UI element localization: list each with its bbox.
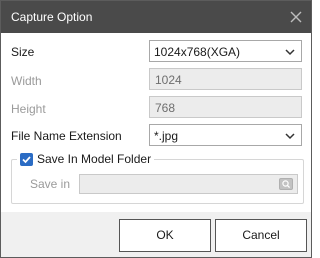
chevron-down-icon: [284, 46, 296, 58]
title-bar: Capture Option: [1, 1, 311, 33]
height-label: Height: [11, 102, 46, 116]
height-value: 768: [155, 101, 176, 115]
width-field: 1024: [149, 68, 302, 90]
model-folder-checkbox-row[interactable]: Save In Model Folder: [17, 151, 155, 167]
cancel-button[interactable]: Cancel: [215, 219, 307, 252]
extension-select-value: *.jpg: [154, 129, 179, 143]
model-folder-label: Save In Model Folder: [37, 152, 152, 166]
dialog-title: Capture Option: [11, 10, 93, 24]
width-label: Width: [11, 74, 42, 88]
browse-folder-icon: [279, 178, 293, 190]
extension-label: File Name Extension: [11, 129, 122, 143]
chevron-down-icon: [284, 130, 296, 142]
extension-select[interactable]: *.jpg: [149, 124, 302, 146]
close-icon[interactable]: [287, 8, 305, 26]
save-in-label: Save in: [30, 177, 71, 191]
height-field: 768: [149, 96, 302, 118]
model-folder-checkbox[interactable]: [20, 152, 33, 166]
size-label: Size: [11, 45, 35, 59]
save-in-field: [79, 174, 298, 194]
size-select-value: 1024x768(XGA): [154, 45, 241, 59]
ok-button[interactable]: OK: [119, 219, 211, 252]
size-select[interactable]: 1024x768(XGA): [149, 40, 302, 62]
capture-option-dialog: Capture Option Size 1024x768(XGA) Width …: [0, 0, 312, 258]
width-value: 1024: [155, 73, 182, 87]
